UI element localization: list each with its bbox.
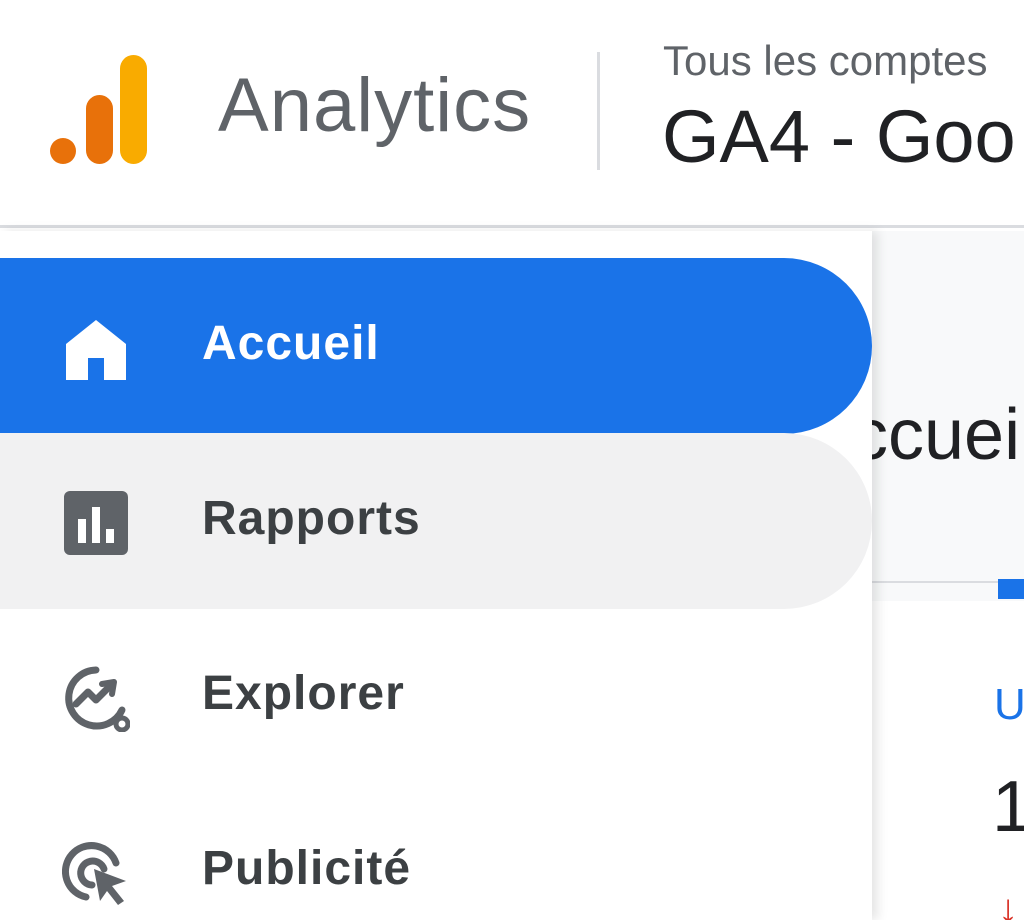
- analytics-logo-icon[interactable]: [50, 55, 147, 165]
- nav-item-label: Publicité: [202, 842, 412, 895]
- metric-card[interactable]: [872, 601, 1024, 920]
- metric-value: 1: [992, 767, 1024, 847]
- logo-bar-short: [86, 95, 113, 164]
- nav-item-explorer[interactable]: Explorer: [0, 608, 872, 784]
- nav-item-publicite[interactable]: Publicité: [0, 783, 872, 920]
- nav-item-label: Accueil: [202, 317, 380, 370]
- reports-icon: [64, 491, 128, 555]
- nav-item-rapports[interactable]: Rapports: [0, 433, 872, 609]
- navigation-drawer: Accueil Rapports Explorer Publicité: [0, 231, 872, 920]
- nav-item-label: Rapports: [202, 492, 421, 545]
- account-breadcrumb[interactable]: Tous les comptes: [663, 40, 987, 82]
- advertising-icon: [62, 842, 126, 905]
- trend-down-icon: ↓: [998, 887, 1018, 920]
- nav-item-label: Explorer: [202, 667, 405, 720]
- logo-bar-tall: [120, 55, 147, 164]
- metric-label[interactable]: U: [994, 683, 1024, 727]
- page-title: ccueil: [872, 395, 1024, 475]
- product-name: Analytics: [218, 63, 532, 148]
- home-icon: [66, 320, 126, 380]
- top-app-bar: Analytics Tous les comptes GA4 - Goo: [0, 0, 1024, 228]
- active-tab-indicator: [998, 579, 1024, 599]
- main-content: ccueil U 1 ↓: [872, 231, 1024, 920]
- property-selector[interactable]: GA4 - Goo: [662, 100, 1016, 174]
- nav-item-accueil[interactable]: Accueil: [0, 258, 872, 434]
- header-divider: [597, 52, 600, 170]
- logo-dot: [50, 138, 76, 164]
- explore-icon: [65, 666, 130, 732]
